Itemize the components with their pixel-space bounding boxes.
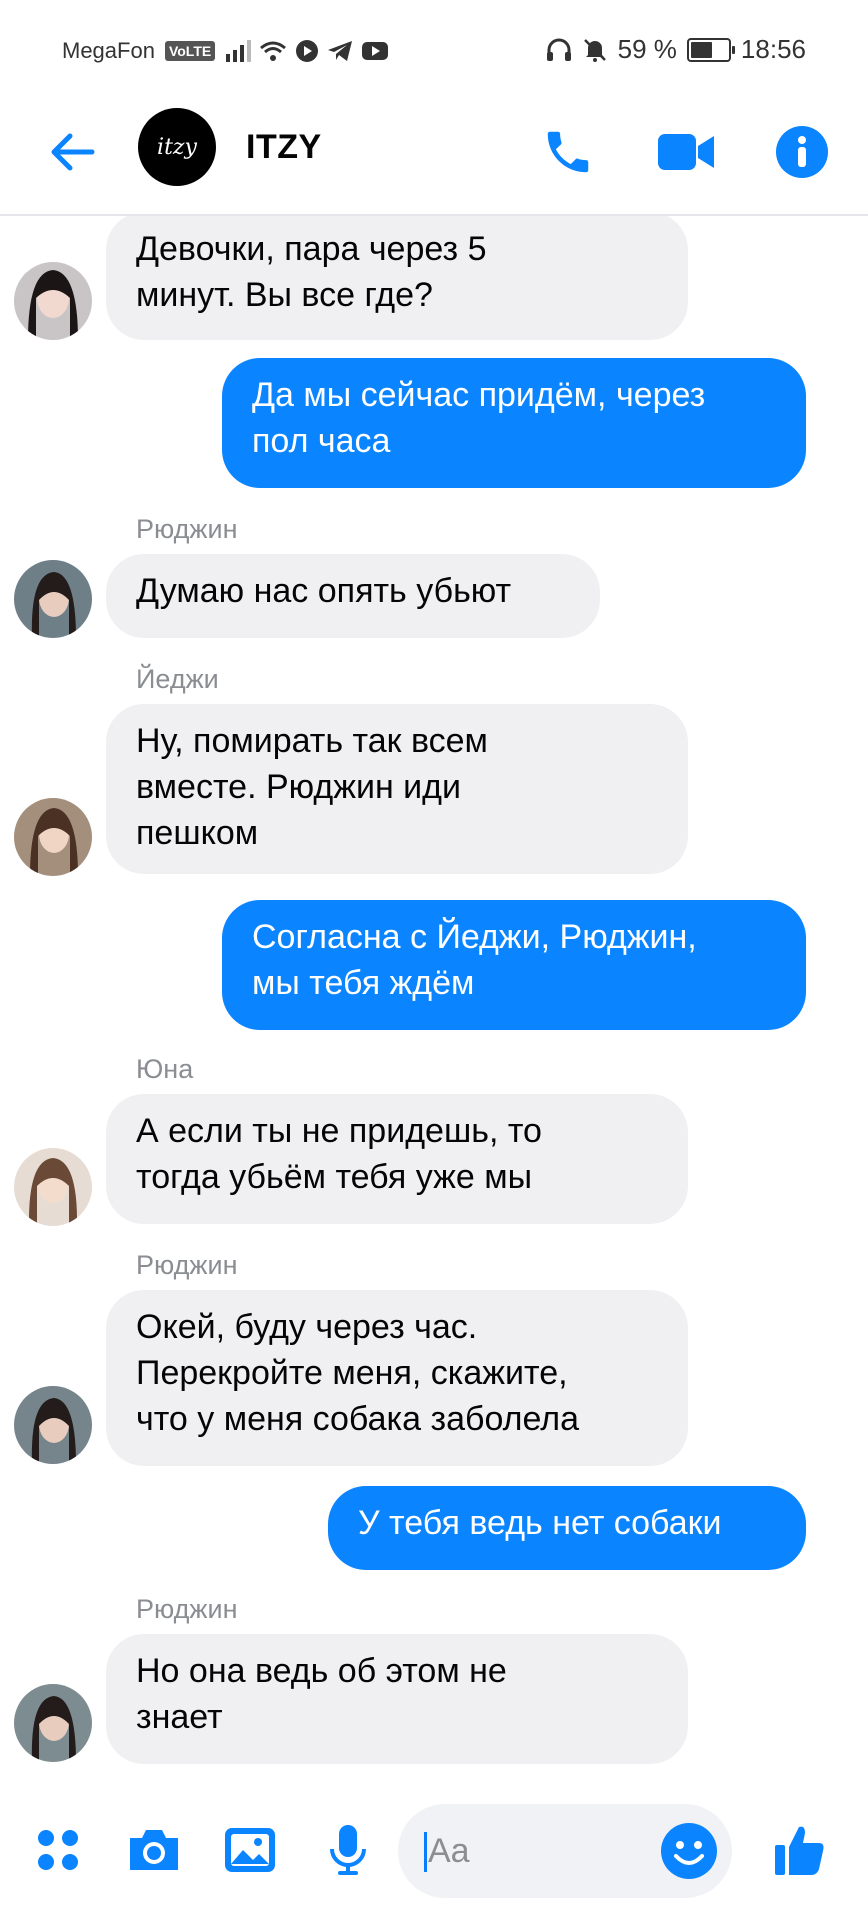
camera-button[interactable]	[124, 1820, 184, 1880]
status-bar: MegaFon VoLTE 59 % 18:56	[0, 0, 868, 100]
video-call-button[interactable]	[654, 120, 718, 184]
video-icon	[658, 134, 714, 170]
message-bubble-incoming[interactable]: Окей, буду через час. Перекройте меня, с…	[106, 1290, 688, 1466]
telegram-icon	[328, 41, 353, 61]
sender-name: Юна	[136, 1054, 194, 1084]
info-icon	[776, 126, 828, 178]
sender-name: Рюджин	[136, 1250, 238, 1280]
message-thread[interactable]: Девочки, пара через 5 минут. Вы все где?…	[0, 216, 868, 1786]
signal-icon	[226, 40, 252, 62]
sender-name: Рюджин	[136, 1594, 238, 1624]
avatar[interactable]	[14, 560, 92, 638]
voice-call-button[interactable]	[536, 120, 600, 184]
message-input[interactable]: Aa	[398, 1804, 732, 1898]
camera-icon	[130, 1830, 178, 1870]
gallery-icon	[225, 1828, 275, 1872]
play-icon	[296, 40, 319, 62]
wifi-icon	[260, 41, 287, 61]
message-bubble-incoming[interactable]: Ну, помирать так всем вместе. Рюджин иди…	[106, 704, 688, 874]
sender-name: Йеджи	[136, 664, 219, 694]
avatar[interactable]	[14, 1386, 92, 1464]
group-avatar-logo: itzy	[157, 134, 197, 160]
avatar[interactable]	[14, 798, 92, 876]
avatar[interactable]	[14, 262, 92, 340]
message-bubble-incoming[interactable]: Но она ведь об этом не знает	[106, 1634, 688, 1764]
apps-icon	[38, 1830, 78, 1870]
group-name[interactable]: ITZY	[246, 128, 322, 167]
headphones-icon	[546, 38, 571, 61]
gallery-button[interactable]	[220, 1820, 280, 1880]
info-button[interactable]	[770, 120, 834, 184]
message-bubble-incoming[interactable]: Думаю нас опять убьют	[106, 554, 600, 638]
back-arrow-icon	[51, 133, 95, 171]
back-button[interactable]	[42, 122, 102, 182]
text-caret	[424, 1832, 427, 1872]
like-button[interactable]	[770, 1820, 830, 1880]
battery-percent: 59 %	[617, 34, 677, 64]
microphone-icon	[330, 1825, 366, 1875]
chat-header: itzy ITZY	[0, 100, 868, 216]
composer-bar: Aa	[0, 1790, 868, 1920]
youtube-icon	[362, 42, 389, 60]
clock: 18:56	[740, 34, 806, 64]
carrier-name: MegaFon	[62, 38, 155, 63]
avatar[interactable]	[14, 1684, 92, 1762]
message-bubble-outgoing[interactable]: У тебя ведь нет собаки	[328, 1486, 806, 1570]
message-input-placeholder: Aa	[428, 1832, 470, 1870]
message-bubble-outgoing[interactable]: Да мы сейчас придём, через пол часа	[222, 358, 806, 488]
emoji-icon[interactable]	[660, 1822, 718, 1880]
phone-icon	[547, 131, 589, 173]
sender-name: Рюджин	[136, 514, 238, 544]
thumbs-up-icon	[775, 1826, 824, 1875]
mute-bell-icon	[583, 38, 606, 62]
avatar[interactable]	[14, 1148, 92, 1226]
apps-button[interactable]	[28, 1820, 88, 1880]
message-bubble-incoming[interactable]: Девочки, пара через 5 минут. Вы все где?	[106, 216, 688, 340]
volte-badge: VoLTE	[164, 41, 216, 61]
message-bubble-incoming[interactable]: А если ты не придешь, то тогда убьём теб…	[106, 1094, 688, 1224]
microphone-button[interactable]	[318, 1820, 378, 1880]
message-bubble-outgoing[interactable]: Согласна с Йеджи, Рюджин, мы тебя ждём	[222, 900, 806, 1030]
group-avatar[interactable]: itzy	[138, 108, 216, 186]
battery-icon	[686, 37, 735, 62]
